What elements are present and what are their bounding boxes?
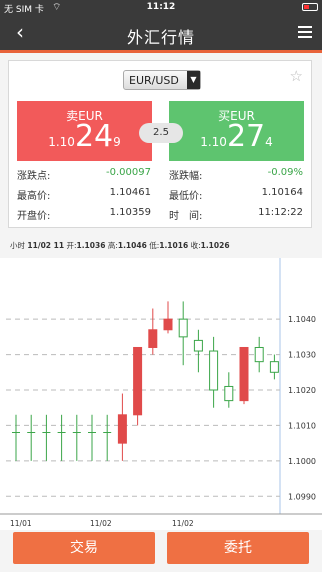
change-value: -0.00097 <box>106 167 151 178</box>
candlestick-chart[interactable]: 1.1040 1.1030 1.1020 1.1010 1.1000 1.0990 11/0… <box>0 258 322 530</box>
sell-price-prefix: 1.10 <box>48 135 75 149</box>
y-tick-label: 1.1000 <box>288 457 316 466</box>
time-label: 时 间: <box>169 211 203 222</box>
x-tick-label: 11/01 <box>10 519 32 528</box>
y-tick-label: 1.1010 <box>288 421 316 430</box>
y-tick-label: 1.1020 <box>288 386 316 395</box>
nav-bar: ‹ 外汇行情 <box>0 16 322 53</box>
buy-price-big: 27 <box>226 119 266 154</box>
ohlc-period: 小时 <box>10 241 25 250</box>
ohlc-high-label: 高: <box>107 241 118 250</box>
open-label: 开盘价: <box>17 211 51 222</box>
candle-body <box>133 346 143 416</box>
candle-body <box>239 346 249 402</box>
candle-body <box>178 318 188 338</box>
sell-quote-button[interactable]: 卖EUR 1.10249 <box>17 101 152 161</box>
y-tick-label: 1.1030 <box>288 351 316 360</box>
sell-price-big: 24 <box>74 119 114 154</box>
time-value: 11:12:22 <box>258 207 303 218</box>
low-value: 1.10164 <box>261 187 303 198</box>
candle-body <box>224 385 234 402</box>
change-label: 涨跌点: <box>17 171 51 182</box>
y-tick-label: 1.1040 <box>288 315 316 324</box>
spread-badge: 2.5 <box>139 123 183 143</box>
buy-price-suffix: 4 <box>265 135 273 149</box>
candle-body <box>163 318 173 331</box>
quote-panel: EUR/USD ▼ ☆ 卖EUR 1.10249 买EUR 1.10274 2.… <box>8 60 312 228</box>
favorite-star-icon[interactable]: ☆ <box>290 67 303 85</box>
ohlc-close-label: 收: <box>190 241 201 250</box>
ohlc-open-label: 开: <box>66 241 77 250</box>
candle-body <box>148 329 158 348</box>
x-tick-label: 11/02 <box>172 519 194 528</box>
candle-body <box>254 346 264 363</box>
currency-pair-select[interactable]: EUR/USD ▼ <box>123 70 201 90</box>
ohlc-low-label: 低: <box>149 241 160 250</box>
order-button[interactable]: 委托 <box>167 532 309 564</box>
x-tick-label: 11/02 <box>90 519 112 528</box>
candle-body <box>269 361 279 373</box>
sell-price-suffix: 9 <box>113 135 121 149</box>
low-label: 最低价: <box>169 191 203 202</box>
page-title: 外汇行情 <box>126 28 195 47</box>
ohlc-open: 1.1036 <box>76 241 106 250</box>
battery-icon <box>302 3 318 11</box>
ohlc-info: 小时 11/02 11 开:1.1036 高:1.1046 低:1.1016 收… <box>10 240 230 251</box>
ohlc-close: 1.1026 <box>200 241 230 250</box>
candle-body <box>193 339 203 352</box>
ohlc-low: 1.1016 <box>159 241 189 250</box>
candle-body <box>117 414 127 444</box>
status-bar: 无 SIM 卡 ⌔ 11:12 <box>0 0 322 16</box>
menu-icon[interactable] <box>298 26 312 38</box>
status-time: 11:12 <box>146 2 176 12</box>
change-pct-label: 涨跌幅: <box>169 171 203 182</box>
buy-quote-button[interactable]: 买EUR 1.10274 <box>169 101 304 161</box>
buy-price-prefix: 1.10 <box>200 135 227 149</box>
pair-label: EUR/USD <box>129 74 179 87</box>
candle-body <box>209 350 219 391</box>
high-value: 1.10461 <box>109 187 151 198</box>
buy-price: 1.10274 <box>169 119 304 154</box>
open-value: 1.10359 <box>109 207 151 218</box>
dropdown-arrow-icon: ▼ <box>187 71 200 89</box>
ohlc-date: 11/02 11 <box>27 241 65 250</box>
y-tick-label: 1.0990 <box>288 492 316 501</box>
chart-svg: 1.1040 1.1030 1.1020 1.1010 1.1000 1.0990 11/0… <box>0 258 322 528</box>
trade-button[interactable]: 交易 <box>13 532 155 564</box>
sell-price: 1.10249 <box>17 119 152 154</box>
high-label: 最高价: <box>17 191 51 202</box>
ohlc-high: 1.1046 <box>117 241 147 250</box>
change-pct-value: -0.09% <box>267 167 303 178</box>
